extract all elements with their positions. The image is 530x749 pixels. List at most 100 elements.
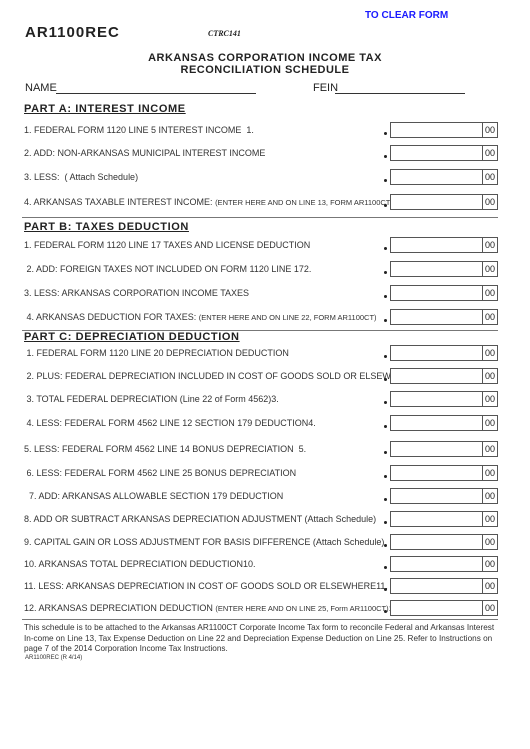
fein-field[interactable] [335,93,465,94]
line-label: 10. ARKANSAS TOTAL DEPRECIATION DEDUCTIO… [24,559,256,569]
amount-input[interactable] [391,262,482,276]
part-b-heading: PART B: TAXES DEDUCTION [24,221,189,233]
amount-field[interactable]: 00 [390,169,498,185]
amount-input[interactable] [391,557,482,571]
cents-label: 00 [482,601,497,615]
bullet-icon [384,179,387,182]
amount-field[interactable]: 00 [390,391,498,407]
line-note: (ENTER HERE AND ON LINE 25, Form AR1100C… [215,604,400,613]
footer-note: This schedule is to be attached to the A… [24,623,495,653]
amount-input[interactable] [391,601,482,615]
amount-input[interactable] [391,489,482,503]
bullet-icon [384,401,387,404]
cents-label: 00 [482,392,497,406]
name-field[interactable] [56,93,256,94]
bullet-icon [384,295,387,298]
amount-input[interactable] [391,579,482,593]
line-text: 1. FEDERAL FORM 1120 LINE 17 TAXES AND L… [24,240,311,250]
cents-label: 00 [482,557,497,571]
bullet-icon [384,271,387,274]
line-text: 4. ARKANSAS TAXABLE INTEREST INCOME: [24,197,216,207]
amount-field[interactable]: 00 [390,309,498,325]
cents-label: 00 [482,262,497,276]
line-text: 8. ADD OR SUBTRACT ARKANSAS DEPRECIATION… [24,514,377,524]
amount-input[interactable] [391,369,482,383]
part-a-heading: PART A: INTEREST INCOME [24,103,186,115]
amount-field[interactable]: 00 [390,441,498,457]
amount-input[interactable] [391,392,482,406]
line-text: 2. ADD: FOREIGN TAXES NOT INCLUDED ON FO… [24,264,312,274]
amount-input[interactable] [391,512,482,526]
line-label: 2. ADD: FOREIGN TAXES NOT INCLUDED ON FO… [24,264,312,274]
cents-label: 00 [482,310,497,324]
amount-field[interactable]: 00 [390,534,498,550]
amount-field[interactable]: 00 [390,556,498,572]
amount-field[interactable]: 00 [390,122,498,138]
amount-field[interactable]: 00 [390,465,498,481]
title-line-1: ARKANSAS CORPORATION INCOME TAX [148,52,382,64]
amount-input[interactable] [391,123,482,137]
bullet-icon [384,566,387,569]
line-label: 1. FEDERAL FORM 1120 LINE 17 TAXES AND L… [24,240,310,250]
line-label: 3. LESS: ARKANSAS CORPORATION INCOME TAX… [24,288,249,298]
line-label: 2. ADD: NON-ARKANSAS MUNICIPAL INTEREST … [24,148,265,158]
amount-input[interactable] [391,535,482,549]
cents-label: 00 [482,369,497,383]
cents-label: 00 [482,286,497,300]
amount-input[interactable] [391,238,482,252]
amount-field[interactable]: 00 [390,285,498,301]
amount-input[interactable] [391,346,482,360]
form-id: AR1100REC [25,24,120,41]
line-label: 4. ARKANSAS TAXABLE INTEREST INCOME: (EN… [24,197,395,207]
line-text: 5. LESS: FEDERAL FORM 4562 LINE 14 BONUS… [24,444,307,454]
bullet-icon [384,247,387,250]
line-text: 6. LESS: FEDERAL FORM 4562 LINE 25 BONUS… [24,468,297,478]
page-title: ARKANSAS CORPORATION INCOME TAX RECONCIL… [0,52,530,76]
bullet-icon [384,498,387,501]
line-label: 9. CAPITAL GAIN OR LOSS ADJUSTMENT FOR B… [24,537,384,547]
amount-field[interactable]: 00 [390,415,498,431]
amount-field[interactable]: 00 [390,145,498,161]
cents-label: 00 [482,512,497,526]
bullet-icon [384,204,387,207]
amount-input[interactable] [391,466,482,480]
amount-field[interactable]: 00 [390,194,498,210]
cents-label: 00 [482,442,497,456]
cents-label: 00 [482,416,497,430]
amount-field[interactable]: 00 [390,578,498,594]
clear-form-button[interactable]: TO CLEAR FORM [365,10,448,21]
amount-field[interactable]: 00 [390,488,498,504]
amount-field[interactable]: 00 [390,368,498,384]
amount-input[interactable] [391,146,482,160]
cents-label: 00 [482,579,497,593]
amount-field[interactable]: 00 [390,237,498,253]
line-text: 3. LESS: ARKANSAS CORPORATION INCOME TAX… [24,288,250,298]
amount-input[interactable] [391,286,482,300]
bullet-icon [384,378,387,381]
bullet-icon [384,319,387,322]
bullet-icon [384,425,387,428]
amount-input[interactable] [391,170,482,184]
line-label: 5. LESS: FEDERAL FORM 4562 LINE 14 BONUS… [24,444,306,454]
amount-field[interactable]: 00 [390,345,498,361]
amount-input[interactable] [391,442,482,456]
line-label: 2. PLUS: FEDERAL DEPRECIATION INCLUDED I… [24,371,434,381]
line-text: 2. ADD: NON-ARKANSAS MUNICIPAL INTEREST … [24,148,266,158]
bullet-icon [384,155,387,158]
form-code: CTRC141 [208,29,241,38]
amount-field[interactable]: 00 [390,261,498,277]
cents-label: 00 [482,346,497,360]
line-label: 4. LESS: FEDERAL FORM 4562 LINE 12 SECTI… [24,418,316,428]
cents-label: 00 [482,146,497,160]
line-text: 1. FEDERAL FORM 1120 LINE 5 INTEREST INC… [24,125,254,135]
line-label: 1. FEDERAL FORM 1120 LINE 20 DEPRECIATIO… [24,348,289,358]
cents-label: 00 [482,535,497,549]
amount-field[interactable]: 00 [390,511,498,527]
amount-field[interactable]: 00 [390,600,498,616]
line-label: 1. FEDERAL FORM 1120 LINE 5 INTEREST INC… [24,125,254,135]
cents-label: 00 [482,238,497,252]
amount-input[interactable] [391,195,482,209]
amount-input[interactable] [391,310,482,324]
amount-input[interactable] [391,416,482,430]
section-divider [22,619,498,620]
